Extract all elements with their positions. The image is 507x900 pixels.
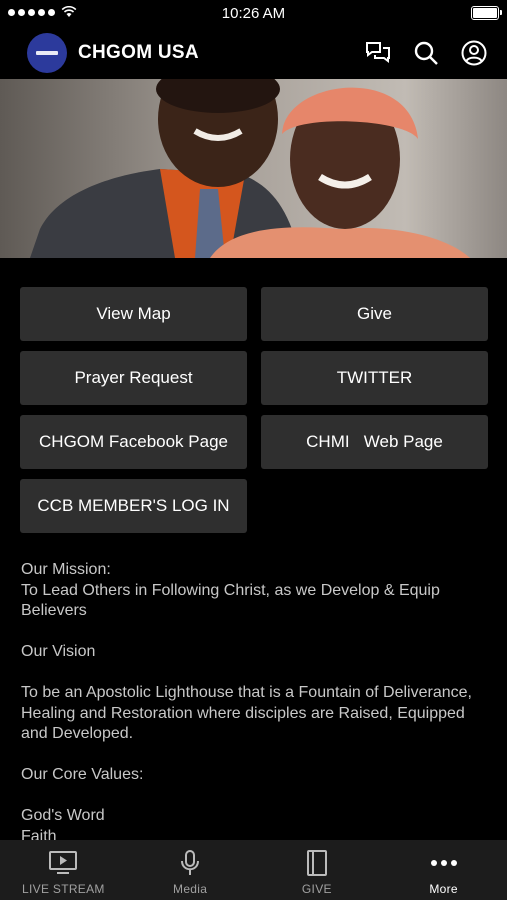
mission-heading: Our Mission: <box>21 561 111 578</box>
search-icon[interactable] <box>411 38 441 68</box>
mission-section: Our Mission: To Lead Others in Following… <box>21 560 491 622</box>
microphone-icon <box>179 850 201 876</box>
app-title: CHGOM USA <box>78 41 199 63</box>
quick-links-grid: View Map Give Prayer Request TWITTER CHG… <box>20 287 488 533</box>
tab-label: More <box>429 882 458 896</box>
chat-icon[interactable] <box>363 38 393 68</box>
member-login-button[interactable]: CCB MEMBER'S LOG IN <box>20 479 247 533</box>
web-page-button[interactable]: CHMI Web Page <box>261 415 488 469</box>
battery-indicator <box>471 6 502 20</box>
book-icon <box>306 850 328 876</box>
view-map-button[interactable]: View Map <box>20 287 247 341</box>
about-content: Our Mission: To Lead Others in Following… <box>21 560 491 847</box>
values-heading: Our Core Values: <box>21 766 144 783</box>
battery-icon <box>471 6 502 20</box>
pastors-photo <box>0 79 507 258</box>
app-header: CHGOM USA <box>0 26 507 79</box>
wifi-icon <box>61 6 77 17</box>
tab-give[interactable]: GIVE <box>254 840 381 900</box>
tab-label: LIVE STREAM <box>22 882 105 896</box>
mission-text: To Lead Others in Following Christ, as w… <box>21 581 440 620</box>
give-button[interactable]: Give <box>261 287 488 341</box>
signal-dots-icon <box>8 8 55 16</box>
signal-indicator <box>8 6 77 18</box>
tv-play-icon <box>48 850 78 876</box>
hero-image <box>0 79 507 258</box>
facebook-page-button[interactable]: CHGOM Facebook Page <box>20 415 247 469</box>
more-dots-icon <box>430 850 458 876</box>
tab-bar: LIVE STREAM Media GIVE More <box>0 840 507 900</box>
vision-text: To be an Apostolic Lighthouse that is a … <box>21 684 472 742</box>
tab-more[interactable]: More <box>380 840 507 900</box>
tab-label: GIVE <box>301 882 332 896</box>
twitter-button[interactable]: TWITTER <box>261 351 488 405</box>
vision-heading: Our Vision <box>21 643 96 660</box>
status-bar: 10:26 AM <box>0 0 507 26</box>
tab-label: Media <box>173 882 208 896</box>
tab-live-stream[interactable]: LIVE STREAM <box>0 840 127 900</box>
status-time: 10:26 AM <box>221 4 286 22</box>
prayer-request-button[interactable]: Prayer Request <box>20 351 247 405</box>
profile-icon[interactable] <box>459 38 489 68</box>
tab-media[interactable]: Media <box>127 840 254 900</box>
value-item: God's Word <box>21 807 105 824</box>
church-logo[interactable] <box>27 32 67 73</box>
